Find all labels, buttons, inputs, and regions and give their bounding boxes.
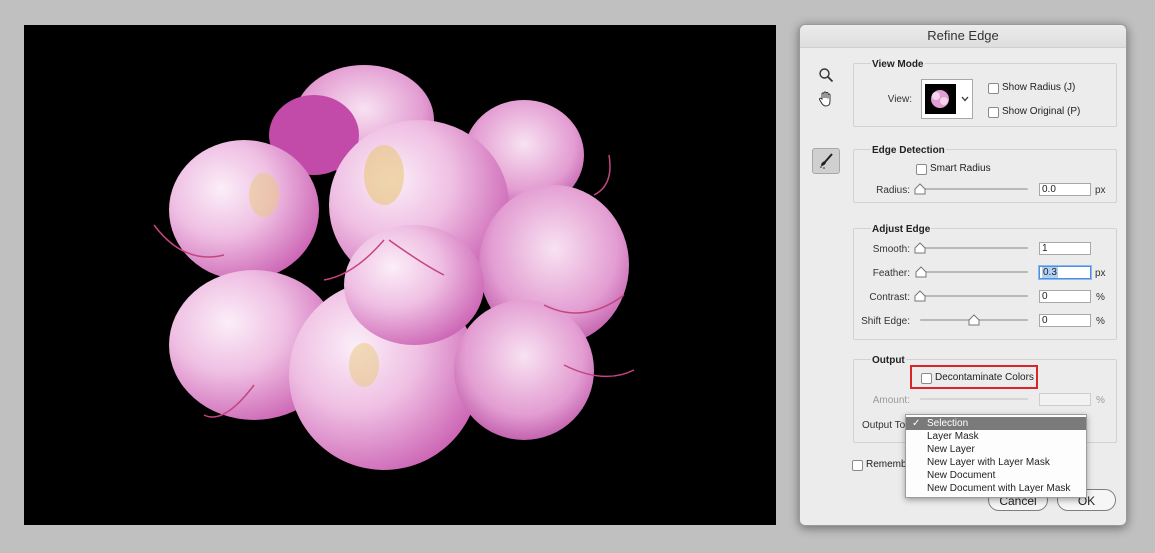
annotation-highlight-box <box>910 365 1038 389</box>
feather-slider[interactable] <box>920 271 1028 273</box>
shift-edge-label: Shift Edge: <box>861 316 910 327</box>
show-original-label: Show Original (P) <box>1002 106 1081 117</box>
feather-value: 0.3 <box>1042 267 1058 278</box>
shift-edge-unit: % <box>1096 316 1105 327</box>
view-mode-dropdown[interactable] <box>921 79 973 119</box>
flower-cluster-image <box>153 65 635 470</box>
amount-slider <box>920 398 1028 400</box>
show-original-checkbox[interactable] <box>988 107 999 118</box>
output-to-label: Output To <box>862 420 906 431</box>
checkmark-icon: ✓ <box>912 418 921 429</box>
remember-settings-checkbox[interactable] <box>852 460 863 471</box>
menu-item-selection[interactable]: ✓ Selection <box>906 417 1086 430</box>
radius-unit: px <box>1095 185 1106 196</box>
menu-item-new-document[interactable]: New Document <box>906 469 1086 482</box>
menu-item-new-document-with-layer-mask[interactable]: New Document with Layer Mask <box>906 482 1086 495</box>
output-to-menu[interactable]: ✓ Selection Layer Mask New Layer New Laye… <box>905 414 1087 498</box>
view-label: View: <box>887 94 912 105</box>
refine-radius-brush-icon[interactable] <box>812 148 840 174</box>
view-mode-title: View Mode <box>871 59 925 70</box>
amount-label: Amount: <box>872 395 910 406</box>
smart-radius-checkbox[interactable] <box>916 164 927 175</box>
feather-field[interactable]: 0.3 <box>1039 266 1091 279</box>
show-radius-label: Show Radius (J) <box>1002 82 1076 93</box>
radius-label: Radius: <box>876 185 910 196</box>
image-canvas[interactable] <box>24 25 776 525</box>
output-title: Output <box>871 355 906 366</box>
contrast-label: Contrast: <box>869 292 910 303</box>
dialog-title: Refine Edge <box>800 25 1126 48</box>
smooth-slider[interactable] <box>920 247 1028 249</box>
radius-slider[interactable] <box>920 188 1028 190</box>
radius-field[interactable]: 0.0 <box>1039 183 1091 196</box>
zoom-icon[interactable] <box>816 65 836 85</box>
contrast-slider[interactable] <box>920 295 1028 297</box>
feather-label: Feather: <box>872 268 910 279</box>
menu-item-new-layer[interactable]: New Layer <box>906 443 1086 456</box>
feather-unit: px <box>1095 268 1106 279</box>
view-thumbnail <box>925 84 956 114</box>
adjust-edge-title: Adjust Edge <box>871 224 932 235</box>
edge-detection-title: Edge Detection <box>871 145 946 156</box>
hand-icon[interactable] <box>816 89 836 109</box>
smooth-field[interactable]: 1 <box>1039 242 1091 255</box>
menu-item-layer-mask[interactable]: Layer Mask <box>906 430 1086 443</box>
contrast-field[interactable]: 0 <box>1039 290 1091 303</box>
contrast-unit: % <box>1096 292 1105 303</box>
amount-unit: % <box>1096 395 1105 406</box>
smooth-label: Smooth: <box>872 244 910 255</box>
remember-settings-label: Remember <box>866 459 906 470</box>
amount-field <box>1039 393 1091 406</box>
chevron-down-icon <box>961 96 969 102</box>
shift-edge-field[interactable]: 0 <box>1039 314 1091 327</box>
smart-radius-label: Smart Radius <box>930 163 991 174</box>
menu-item-new-layer-with-layer-mask[interactable]: New Layer with Layer Mask <box>906 456 1086 469</box>
show-radius-checkbox[interactable] <box>988 83 999 94</box>
